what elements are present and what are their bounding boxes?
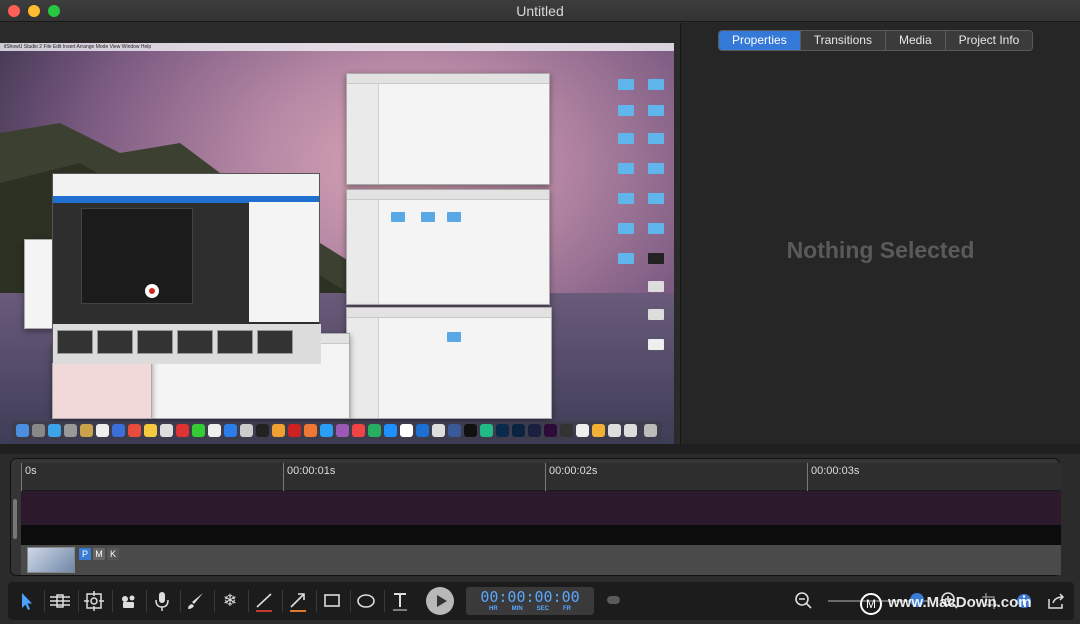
zoom-out-icon[interactable]	[790, 587, 818, 615]
line-icon[interactable]	[250, 587, 278, 615]
window-title: Untitled	[516, 3, 564, 19]
timecode-unit-min: MIN	[511, 606, 523, 612]
video-track[interactable]	[21, 491, 1061, 525]
ruler-tick: 0s	[21, 463, 37, 491]
zoom-region-icon[interactable]	[80, 587, 108, 615]
timeline[interactable]: 0s 00:00:01s 00:00:02s 00:00:03s P M K	[10, 458, 1061, 576]
brush-icon[interactable]	[182, 587, 210, 615]
finder-window-bottom	[346, 307, 552, 419]
play-button[interactable]	[426, 587, 454, 615]
preview-menubar: ilShowU Studio 2 File Edit Insert Arrang…	[0, 43, 674, 51]
trim-icon[interactable]	[46, 587, 74, 615]
app-window: Untitled ilShowU Studio 2 File Edit Inse…	[0, 0, 1080, 624]
timecode-unit-hr: HR	[488, 606, 498, 612]
recording-panel	[52, 173, 321, 364]
recording-settings	[81, 208, 193, 304]
inspector-panel: Properties Transitions Media Project Inf…	[680, 23, 1080, 444]
canvas-area[interactable]: ilShowU Studio 2 File Edit Insert Arrang…	[0, 23, 677, 447]
timecode-unit-fr: FR	[563, 606, 571, 612]
title-bar: Untitled	[0, 0, 1080, 22]
microphone-icon[interactable]	[148, 587, 176, 615]
clip-badge-p[interactable]: P	[79, 548, 91, 560]
empty-selection-message: Nothing Selected	[786, 237, 975, 263]
timeline-left-handle[interactable]	[13, 499, 17, 539]
timecode-display: 00:00:00:00 HR MIN SEC FR	[466, 587, 594, 615]
finder-window-middle	[346, 189, 550, 305]
text-icon[interactable]	[386, 587, 414, 615]
shape-picker	[249, 202, 319, 322]
share-icon[interactable]	[1042, 587, 1070, 615]
timecode-unit-sec: SEC	[536, 606, 549, 612]
time-ruler[interactable]: 0s 00:00:01s 00:00:02s 00:00:03s	[21, 463, 1061, 491]
screenshot-thumbnails	[53, 324, 321, 364]
loop-toggle[interactable]	[607, 596, 620, 604]
ruler-tick: 00:00:02s	[545, 463, 597, 491]
divider	[0, 444, 1080, 454]
clip-badge-k[interactable]: K	[107, 548, 119, 560]
ruler-tick: 00:00:03s	[807, 463, 859, 491]
rectangle-icon[interactable]	[318, 587, 346, 615]
freeze-icon[interactable]: ❄	[216, 587, 244, 615]
timecode-value: 00:00:00:00	[480, 588, 580, 606]
finder-window-top	[346, 73, 550, 185]
ellipse-icon[interactable]	[352, 587, 380, 615]
recording-preview[interactable]: ilShowU Studio 2 File Edit Insert Arrang…	[0, 43, 674, 447]
record-icon	[145, 284, 159, 298]
empty-track[interactable]	[21, 525, 1061, 545]
inspector-tabs: Properties Transitions Media Project Inf…	[718, 30, 1034, 51]
dock	[12, 421, 662, 441]
timecode-units: HR MIN SEC FR	[466, 606, 594, 612]
tab-media[interactable]: Media	[885, 31, 946, 50]
clip-badges: P M K	[79, 548, 119, 560]
watermark-logo: M	[860, 593, 882, 615]
tab-properties[interactable]: Properties	[719, 31, 801, 50]
arrow-icon[interactable]	[284, 587, 312, 615]
clip-track[interactable]: P M K	[21, 545, 1061, 575]
tab-project-info[interactable]: Project Info	[945, 31, 1033, 50]
clip-thumbnail[interactable]	[27, 547, 75, 573]
tab-transitions[interactable]: Transitions	[800, 31, 886, 50]
watermark-text: www.MacDown.com	[888, 594, 1032, 611]
camera-effects-icon[interactable]	[114, 587, 142, 615]
clip-badge-m[interactable]: M	[93, 548, 105, 560]
ruler-tick: 00:00:01s	[283, 463, 335, 491]
pointer-icon[interactable]	[12, 587, 40, 615]
